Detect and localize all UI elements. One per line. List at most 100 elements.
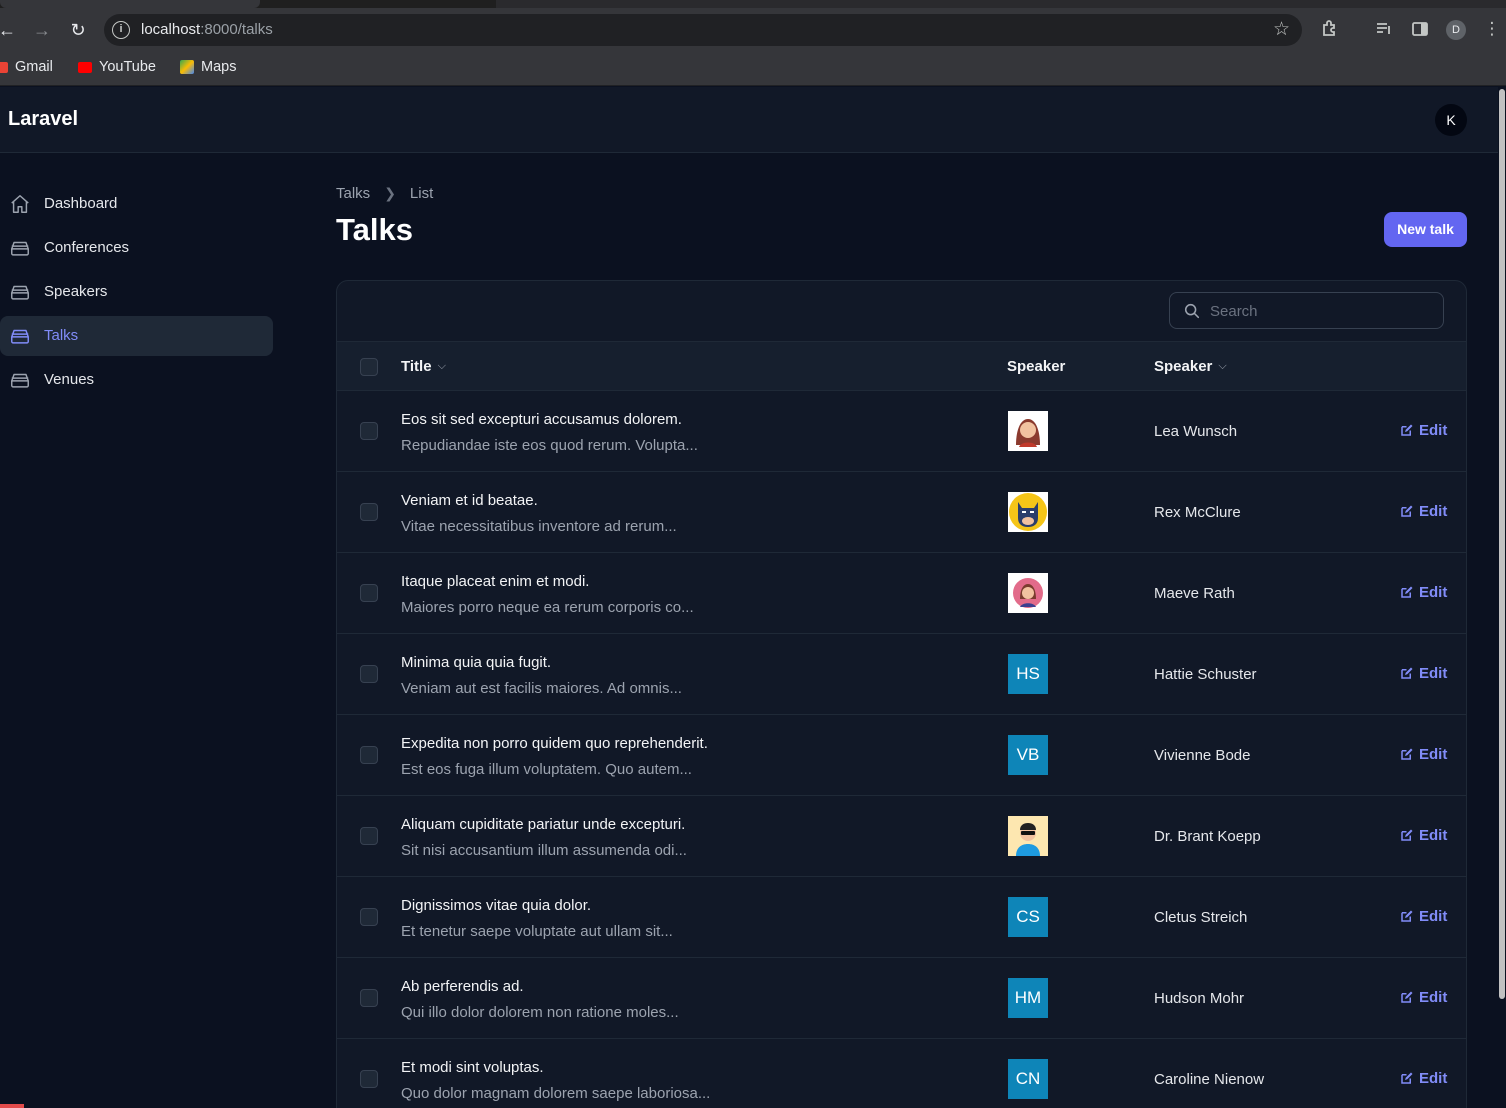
profile-avatar[interactable]: D	[1446, 20, 1466, 40]
breadcrumb-list: List	[409, 185, 434, 202]
sidebar-item-dashboard[interactable]: Dashboard	[0, 184, 273, 224]
browser-tab-active[interactable]	[0, 0, 260, 8]
edit-label: Edit	[1419, 584, 1448, 601]
app-topbar: Laravel K	[0, 87, 1498, 153]
edit-button[interactable]: Edit	[1399, 422, 1447, 439]
talks-table: Title⌵ Speaker Speaker⌵ Eos sit sed exce…	[336, 280, 1467, 1108]
edit-button[interactable]: Edit	[1399, 503, 1447, 520]
row-checkbox[interactable]	[360, 665, 378, 683]
table-row[interactable]: Et modi sint voluptas. Quo dolor magnam d…	[337, 1039, 1466, 1108]
table-row[interactable]: Veniam et id beatae. Vitae necessitatibus…	[337, 472, 1466, 553]
table-row[interactable]: Eos sit sed excepturi accusamus dolorem.…	[337, 391, 1466, 472]
user-menu-avatar[interactable]: K	[1435, 104, 1467, 136]
speaker-name: Dr. Brant Koepp	[1154, 828, 1261, 845]
talk-description: Veniam aut est facilis maiores. Ad omnis…	[401, 680, 682, 697]
inbox-icon	[11, 329, 29, 344]
row-checkbox[interactable]	[360, 422, 378, 440]
edit-button[interactable]: Edit	[1399, 746, 1447, 763]
row-checkbox[interactable]	[360, 503, 378, 521]
talk-title[interactable]: Veniam et id beatae.	[401, 492, 538, 509]
talk-title[interactable]: Minima quia quia fugit.	[401, 654, 551, 671]
bookmark-maps[interactable]: Maps	[180, 59, 236, 75]
pencil-square-icon	[1401, 586, 1413, 598]
bookmark-star-icon[interactable]: ☆	[1273, 18, 1290, 41]
talk-title[interactable]: Expedita non porro quidem quo reprehende…	[401, 735, 708, 752]
edit-button[interactable]: Edit	[1399, 665, 1447, 682]
breadcrumb-talks[interactable]: Talks	[336, 185, 370, 202]
sidebar: Dashboard Conferences Speakers Talks Ven…	[0, 153, 300, 1108]
speaker-avatar	[1008, 573, 1048, 613]
brand-logo[interactable]: Laravel	[8, 108, 78, 131]
column-header-speaker-avatar: Speaker	[1007, 358, 1066, 375]
table-row[interactable]: Dignissimos vitae quia dolor. Et tenetur …	[337, 877, 1466, 958]
url-text[interactable]: localhost:8000/talks	[141, 21, 273, 38]
table-header: Title ⌵ Speaker Speaker ⌵	[337, 341, 1466, 391]
table-row[interactable]: Itaque placeat enim et modi. Maiores porr…	[337, 553, 1466, 634]
speaker-name: Caroline Nienow	[1154, 1071, 1265, 1088]
column-header-title[interactable]: Title ⌵	[401, 358, 446, 375]
row-checkbox[interactable]	[360, 584, 378, 602]
new-talk-button[interactable]: New talk	[1384, 212, 1467, 247]
row-checkbox[interactable]	[360, 827, 378, 845]
sidebar-item-speakers[interactable]: Speakers	[0, 272, 273, 312]
browser-menu-icon[interactable]: ⋮	[1481, 19, 1503, 39]
talk-title[interactable]: Dignissimos vitae quia dolor.	[401, 897, 591, 914]
speaker-name: Vivienne Bode	[1154, 747, 1251, 764]
sidebar-item-conferences[interactable]: Conferences	[0, 228, 273, 268]
browser-tab-inactive[interactable]	[496, 0, 1506, 8]
search-field[interactable]	[1169, 292, 1444, 329]
home-icon	[11, 195, 29, 213]
bookmark-youtube[interactable]: YouTube	[78, 59, 156, 75]
back-icon[interactable]: ←	[0, 18, 19, 42]
table-row[interactable]: Aliquam cupiditate pariatur unde exceptu…	[337, 796, 1466, 877]
speaker-avatar: HM	[1008, 978, 1048, 1018]
inbox-icon	[11, 285, 29, 300]
side-panel-icon[interactable]	[1409, 19, 1431, 44]
edit-button[interactable]: Edit	[1399, 1070, 1447, 1087]
speaker-avatar: CN	[1008, 1059, 1048, 1099]
sidebar-item-talks[interactable]: Talks	[0, 316, 273, 356]
search-input[interactable]	[1210, 300, 1430, 322]
table-row[interactable]: Minima quia quia fugit. Veniam aut est fa…	[337, 634, 1466, 715]
talk-title[interactable]: Aliquam cupiditate pariatur unde exceptu…	[401, 816, 685, 833]
scrollbar-thumb[interactable]	[1499, 89, 1505, 999]
sidebar-item-venues[interactable]: Venues	[0, 360, 273, 400]
speaker-name: Rex McClure	[1154, 504, 1241, 521]
edit-button[interactable]: Edit	[1399, 908, 1447, 925]
table-row[interactable]: Expedita non porro quidem quo reprehende…	[337, 715, 1466, 796]
chevron-down-icon: ⌵	[437, 360, 446, 372]
site-info-icon[interactable]: i	[112, 21, 130, 39]
media-control-icon[interactable]	[1373, 19, 1395, 44]
row-checkbox[interactable]	[360, 1070, 378, 1088]
talk-description: Vitae necessitatibus inventore ad rerum.…	[401, 518, 677, 535]
sidebar-item-label: Talks	[44, 327, 79, 344]
browser-tab-strip	[0, 0, 1506, 8]
column-header-speaker-name[interactable]: Speaker ⌵	[1154, 358, 1227, 375]
talk-title[interactable]: Ab perferendis ad.	[401, 978, 524, 995]
forward-icon[interactable]: →	[30, 18, 54, 42]
talk-title[interactable]: Itaque placeat enim et modi.	[401, 573, 589, 590]
breadcrumb: Talks ❯ List	[336, 185, 433, 202]
inbox-icon	[11, 373, 29, 388]
speaker-name: Maeve Rath	[1154, 585, 1235, 602]
table-row[interactable]: Ab perferendis ad. Qui illo dolor dolorem…	[337, 958, 1466, 1039]
edit-button[interactable]: Edit	[1399, 989, 1447, 1006]
edit-button[interactable]: Edit	[1399, 584, 1447, 601]
talk-title[interactable]: Eos sit sed excepturi accusamus dolorem.	[401, 411, 682, 428]
extensions-icon[interactable]	[1319, 19, 1341, 44]
edit-label: Edit	[1419, 503, 1448, 520]
talk-title[interactable]: Et modi sint voluptas.	[401, 1059, 544, 1076]
speaker-name: Cletus Streich	[1154, 909, 1248, 926]
talk-description: Sit nisi accusantium illum assumenda odi…	[401, 842, 687, 859]
maps-icon	[180, 60, 194, 74]
edit-button[interactable]: Edit	[1399, 827, 1447, 844]
bookmark-gmail[interactable]: Gmail	[0, 59, 53, 75]
row-checkbox[interactable]	[360, 746, 378, 764]
address-bar[interactable]: i localhost:8000/talks ☆	[104, 14, 1302, 46]
reload-icon[interactable]: ↻	[66, 18, 90, 42]
row-checkbox[interactable]	[360, 989, 378, 1007]
speaker-avatar: VB	[1008, 735, 1048, 775]
row-checkbox[interactable]	[360, 908, 378, 926]
page-scrollbar[interactable]	[1498, 87, 1506, 1108]
select-all-checkbox[interactable]	[360, 358, 378, 376]
